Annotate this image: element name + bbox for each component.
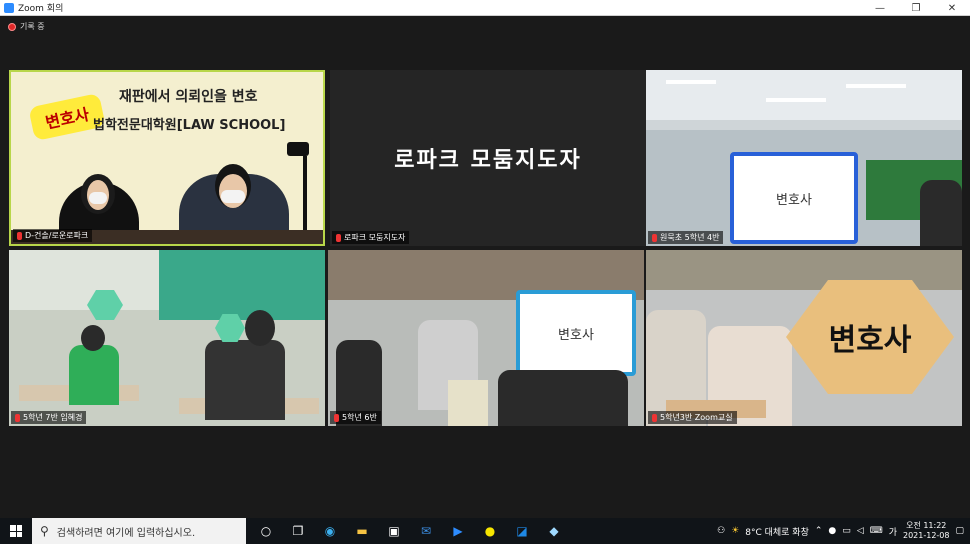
search-icon: ⚲ — [40, 524, 49, 538]
mic-muted-icon — [652, 233, 657, 242]
participant-name: 5학년 6반 — [342, 413, 377, 422]
zoom-taskbar-icon[interactable]: ▶ — [446, 520, 470, 542]
recording-label: 기록 중 — [20, 22, 45, 31]
video-tile-4[interactable]: 5학년 7반 임혜경 — [9, 250, 325, 426]
participant-name: 5학년3반 Zoom교실 — [660, 413, 733, 422]
answer-card: 변호사 — [786, 280, 954, 394]
taskbar-search-box[interactable]: ⚲ 검색하려면 여기에 입력하십시오. — [32, 518, 246, 544]
microphone-icon[interactable]: ● — [828, 526, 836, 536]
ceiling-light — [666, 80, 716, 84]
whiteboard-text: 변호사 — [776, 192, 812, 208]
video-tile-2[interactable]: 로파크 모둠지도자 로파크 모둠지도자 — [330, 70, 646, 246]
participant-name-bar: 5학년3반 Zoom교실 — [648, 411, 737, 424]
ceiling-light — [766, 98, 826, 102]
mail-icon[interactable]: ✉ — [414, 520, 438, 542]
search-placeholder: 검색하려면 여기에 입력하십시오. — [56, 527, 196, 539]
student — [498, 370, 628, 426]
weather-icon: ☀ — [731, 526, 740, 536]
clock-time: 오전 11:22 — [906, 521, 947, 530]
window-controls: — ❐ ✕ — [862, 0, 970, 15]
window-title: Zoom 회의 — [18, 4, 64, 14]
weather-text[interactable]: 8°C 대체로 화창 — [745, 525, 809, 538]
student-head — [245, 310, 275, 346]
student — [920, 180, 962, 246]
video-tile-3[interactable]: 변호사 원묵초 5학년 4반 — [646, 70, 962, 246]
window-titlebar: Zoom 회의 — ❐ ✕ — [0, 0, 970, 16]
desk-sign — [448, 380, 488, 426]
app-icon[interactable]: ◆ — [542, 520, 566, 542]
participant-name: D-건솔/로운로파크 — [25, 231, 89, 240]
volume-icon[interactable]: ◁ — [857, 526, 864, 536]
mic-muted-icon — [652, 413, 657, 422]
record-dot-icon — [8, 22, 16, 31]
keyboard-icon[interactable]: ⌨ — [870, 526, 883, 536]
chevron-up-icon[interactable]: ⌃ — [815, 526, 823, 536]
edge-icon[interactable]: ◉ — [318, 520, 342, 542]
notification-icon[interactable]: ▢ — [955, 526, 964, 536]
camera-icon — [287, 142, 309, 156]
participant-name-bar: 로파크 모둠지도자 — [332, 231, 410, 244]
file-explorer-icon[interactable]: ▬ — [350, 520, 374, 542]
camera-tripod — [303, 156, 307, 236]
whiteboard: 변호사 — [516, 290, 636, 376]
mic-muted-icon — [15, 413, 20, 422]
kakaotalk-icon[interactable]: ● — [478, 520, 502, 542]
mic-muted-icon — [17, 231, 22, 240]
participant-name-bar: 5학년 7반 임혜경 — [11, 411, 87, 424]
student — [205, 340, 285, 420]
answer-card-text: 변호사 — [828, 323, 912, 358]
student — [69, 345, 119, 405]
clock[interactable]: 오전 11:22 2021-12-08 — [903, 521, 950, 541]
ime-indicator[interactable]: 가 — [889, 525, 897, 538]
ceiling-light — [846, 84, 906, 88]
video-tile-1[interactable]: 변호사 재판에서 의뢰인을 변호 법학전문대학원[LAW SCHOOL] D-건… — [9, 70, 325, 246]
pinned-apps: ○ ❐ ◉ ▬ ▣ ✉ ▶ ● ◪ ◆ — [254, 520, 566, 542]
video-tile-5[interactable]: 변호사 5학년 6반 — [328, 250, 644, 426]
mic-muted-icon — [336, 233, 341, 242]
participant-display-name: 로파크 모둠지도자 — [394, 148, 582, 173]
classroom-ceiling — [646, 70, 962, 120]
wall-decoration — [159, 250, 325, 320]
slide-line-1: 재판에서 의뢰인을 변호 — [119, 89, 258, 105]
close-button[interactable]: ✕ — [934, 0, 970, 16]
windows-logo-icon — [10, 525, 22, 537]
minimize-button[interactable]: — — [862, 0, 898, 16]
participant-name-bar: D-건솔/로운로파크 — [13, 229, 93, 242]
network-icon[interactable]: ▭ — [842, 526, 851, 536]
store-icon[interactable]: ▣ — [382, 520, 406, 542]
participant-name: 로파크 모둠지도자 — [344, 233, 406, 242]
video-tile-6[interactable]: 변호사 5학년3반 Zoom교실 — [646, 250, 962, 426]
slide-line-2: 법학전문대학원[LAW SCHOOL] — [93, 118, 286, 133]
clock-date: 2021-12-08 — [902, 531, 950, 540]
windows-taskbar: ⚲ 검색하려면 여기에 입력하십시오. ○ ❐ ◉ ▬ ▣ ✉ ▶ ● ◪ ◆ … — [0, 518, 970, 544]
whiteboard: 변호사 — [730, 152, 858, 244]
participant-name: 5학년 7반 임혜경 — [23, 413, 83, 422]
mask-icon — [89, 192, 107, 204]
system-tray: ⚇ ☀ 8°C 대체로 화창 ⌃ ● ▭ ◁ ⌨ 가 오전 11:22 2021… — [717, 521, 970, 541]
mic-muted-icon — [334, 413, 339, 422]
recording-indicator[interactable]: 기록 중 — [8, 21, 45, 32]
photos-icon[interactable]: ◪ — [510, 520, 534, 542]
mask-icon — [221, 190, 245, 203]
classroom-wall — [9, 250, 159, 310]
whiteboard-text: 변호사 — [558, 327, 594, 343]
people-icon[interactable]: ⚇ — [717, 526, 725, 536]
maximize-button[interactable]: ❐ — [898, 0, 934, 16]
task-view-icon[interactable]: ❐ — [286, 520, 310, 542]
participant-name: 원묵초 5학년 4반 — [660, 233, 720, 242]
participant-name-bar: 5학년 6반 — [330, 411, 381, 424]
cortana-icon[interactable]: ○ — [254, 520, 278, 542]
zoom-app-icon — [4, 2, 14, 13]
student-head — [81, 325, 105, 351]
participant-name-bar: 원묵초 5학년 4반 — [648, 231, 724, 244]
start-button[interactable] — [0, 518, 32, 544]
